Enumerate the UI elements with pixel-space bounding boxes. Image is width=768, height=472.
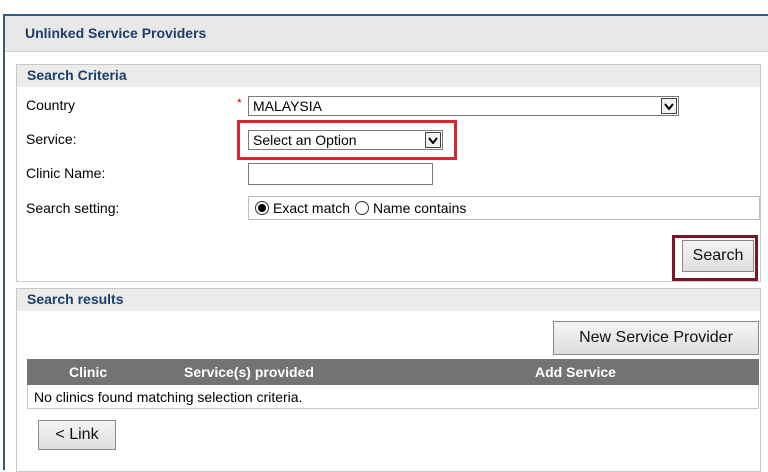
country-select[interactable]: MALAYSIA [248, 96, 679, 116]
unlinked-service-providers-window: Unlinked Service Providers Search Criter… [3, 14, 768, 472]
search-setting-label: Search setting: [26, 200, 120, 216]
radio-unchecked-icon[interactable] [355, 201, 370, 215]
clinic-name-input[interactable] [248, 163, 433, 185]
search-results-panel: Search results New Service Provider Clin… [16, 288, 761, 472]
country-label: Country [26, 97, 76, 113]
dropdown-arrow-icon[interactable] [661, 98, 677, 114]
empty-results-message: No clinics found matching selection crit… [34, 389, 303, 405]
search-button-highlight-box [672, 235, 758, 281]
clinic-name-label: Clinic Name: [26, 165, 106, 181]
column-clinic: Clinic [69, 364, 108, 380]
name-contains-label[interactable]: Name contains [373, 200, 466, 216]
search-setting-radio-group: Exact match Name contains [248, 196, 760, 220]
search-results-header: Search results [17, 289, 760, 311]
window-title: Unlinked Service Providers [5, 16, 768, 52]
results-table-header: Clinic Service(s) provided Add Service [27, 359, 759, 385]
search-criteria-panel: Search Criteria Country * MALAYSIA Servi… [16, 64, 761, 282]
column-services-provided: Service(s) provided [184, 364, 314, 380]
column-add-service: Add Service [535, 364, 616, 380]
required-marker: * [237, 96, 242, 110]
service-label: Service: [26, 131, 77, 147]
empty-results-row: No clinics found matching selection crit… [27, 385, 759, 409]
search-criteria-header: Search Criteria [17, 65, 760, 87]
service-highlight-box [237, 120, 457, 160]
exact-match-label[interactable]: Exact match [273, 200, 350, 216]
new-service-provider-button[interactable]: New Service Provider [553, 321, 759, 355]
country-select-value: MALAYSIA [253, 98, 322, 114]
radio-checked-icon[interactable] [255, 201, 269, 215]
link-button[interactable]: < Link [38, 420, 116, 450]
